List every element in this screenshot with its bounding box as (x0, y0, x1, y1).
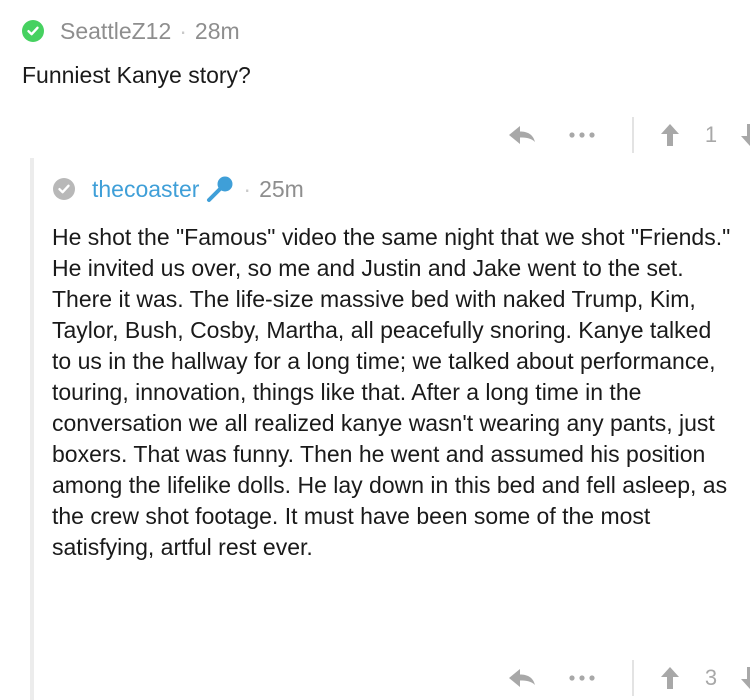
vote-score: 3 (704, 665, 718, 690)
reply-arrow-icon (509, 669, 535, 687)
separator: · (179, 17, 187, 44)
downvote-button[interactable] (730, 658, 750, 698)
arrow-down-icon (741, 667, 750, 689)
reply-actions: 3 (410, 658, 750, 698)
check-circle-icon (22, 20, 44, 42)
action-divider (632, 117, 634, 153)
reply-button[interactable] (502, 115, 542, 155)
reply-body: He shot the "Famous" video the same nigh… (52, 224, 731, 560)
timestamp: 28m (194, 17, 240, 44)
timestamp: 25m (259, 175, 304, 202)
username[interactable]: SeattleZ12 (60, 18, 171, 45)
reply-button[interactable] (502, 658, 542, 698)
reply-meta: thecoaster · 25m (53, 174, 304, 204)
arrow-down-icon (741, 124, 750, 146)
upvote-button[interactable] (652, 658, 688, 698)
username[interactable]: thecoaster (92, 176, 199, 203)
reply-arrow-icon (509, 126, 535, 144)
microphone-icon (205, 174, 235, 204)
more-options-button[interactable] (562, 658, 602, 698)
more-dots-icon (569, 675, 595, 681)
comment-title: Funniest Kanye story? (22, 62, 251, 88)
arrow-up-icon (661, 124, 679, 146)
arrow-up-icon (661, 667, 679, 689)
more-dots-icon (569, 132, 595, 138)
separator: · (243, 175, 252, 202)
check-circle-icon (53, 178, 75, 200)
downvote-button[interactable] (730, 115, 750, 155)
top-comment-actions: 1 (410, 115, 750, 155)
upvote-button[interactable] (652, 115, 688, 155)
more-options-button[interactable] (562, 115, 602, 155)
top-comment-meta: SeattleZ12 · 28m (22, 16, 240, 46)
action-divider (632, 660, 634, 696)
vote-score: 1 (704, 122, 718, 147)
thread-line[interactable] (30, 158, 34, 700)
